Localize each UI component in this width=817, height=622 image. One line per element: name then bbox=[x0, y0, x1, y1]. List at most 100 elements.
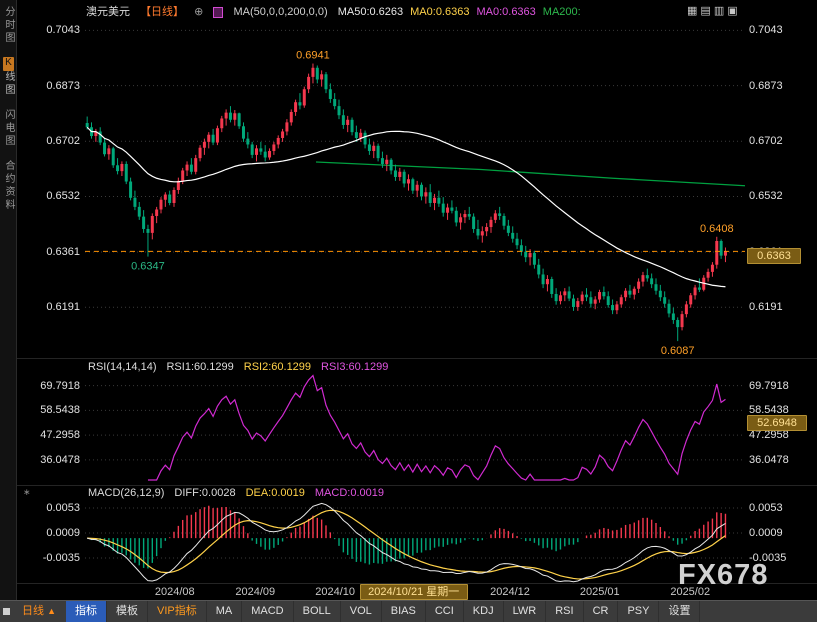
candle-body bbox=[650, 278, 653, 284]
candlestick-chart[interactable]: 0.69410.63470.64080.6087 bbox=[0, 0, 817, 621]
layout-grid-icon-2[interactable]: ▤ bbox=[700, 4, 710, 17]
ma-value-label-2: MA0:0.6363 bbox=[476, 6, 535, 18]
link-icon[interactable]: ⊕ bbox=[194, 6, 203, 18]
candle-body bbox=[489, 220, 492, 227]
candle-body bbox=[168, 195, 171, 203]
candle-body bbox=[429, 192, 432, 203]
ma200-line bbox=[316, 162, 745, 186]
toolbar-button-4[interactable]: MACD bbox=[242, 601, 293, 622]
toolbar-button-14[interactable]: 设置 bbox=[659, 601, 700, 622]
toolbar-button-5[interactable]: BOLL bbox=[294, 601, 341, 622]
toolbar-button-0[interactable]: 指标 bbox=[66, 601, 107, 622]
candle-body bbox=[537, 265, 540, 275]
ma50-line bbox=[87, 127, 725, 286]
toolbar-button-8[interactable]: CCI bbox=[426, 601, 464, 622]
candle-body bbox=[86, 123, 89, 127]
ma-value-label-1: MA0:0.6363 bbox=[410, 6, 469, 18]
toolbar-button-2[interactable]: VIP指标 bbox=[148, 601, 207, 622]
toolbar-button-11[interactable]: RSI bbox=[546, 601, 583, 622]
candle-body bbox=[520, 245, 523, 252]
candle-body bbox=[233, 113, 236, 120]
rsi-line bbox=[148, 376, 726, 480]
diff-line bbox=[87, 503, 725, 581]
toolbar-button-10[interactable]: LWR bbox=[504, 601, 547, 622]
candle-body bbox=[324, 74, 327, 89]
candle-body bbox=[142, 217, 145, 229]
toolbar-button-9[interactable]: KDJ bbox=[464, 601, 504, 622]
macd-indicator-header: MACD(26,12,9)DIFF:0.0028DEA:0.0019MACD:0… bbox=[88, 487, 394, 499]
candle-body bbox=[346, 120, 349, 125]
candle-body bbox=[311, 68, 314, 77]
candle-body bbox=[342, 115, 345, 125]
crosshair-date-readout: 2024/10/21 星期一 bbox=[360, 584, 468, 600]
candle-body bbox=[394, 170, 397, 177]
candle-body bbox=[225, 113, 228, 119]
toolbar-button-7[interactable]: BIAS bbox=[382, 601, 426, 622]
candle-body bbox=[511, 233, 514, 239]
candle-body bbox=[707, 272, 710, 278]
candle-body bbox=[207, 135, 210, 142]
candle-body bbox=[459, 217, 462, 222]
candle-body bbox=[164, 195, 167, 200]
candle-body bbox=[411, 179, 414, 190]
candle-body bbox=[359, 133, 362, 138]
candle-body bbox=[199, 148, 202, 158]
indicator-menu-icon[interactable]: ∗ bbox=[23, 487, 31, 498]
candle-body bbox=[585, 295, 588, 298]
candle-body bbox=[646, 275, 649, 278]
toolbar-button-1[interactable]: 模板 bbox=[107, 601, 148, 622]
candle-body bbox=[333, 99, 336, 106]
candle-body bbox=[524, 252, 527, 258]
price-annotation: 0.6347 bbox=[131, 261, 165, 273]
panel-separator bbox=[17, 485, 817, 486]
layout-grid-icon-1[interactable]: ▦ bbox=[687, 4, 697, 17]
candle-body bbox=[628, 291, 631, 295]
toolbar-button-6[interactable]: VOL bbox=[341, 601, 382, 622]
toolbar-button-3[interactable]: MA bbox=[207, 601, 243, 622]
toolbar-buttons: 指标模板VIP指标MAMACDBOLLVOLBIASCCIKDJLWRRSICR… bbox=[66, 601, 700, 622]
toolbar-button-12[interactable]: CR bbox=[584, 601, 619, 622]
fx678-watermark: FX678 bbox=[678, 559, 768, 592]
candle-body bbox=[442, 204, 445, 213]
candle-body bbox=[190, 165, 193, 172]
period-selector[interactable]: 日线 ▲ bbox=[22, 601, 56, 622]
sidebar-tab-0[interactable]: 分时图 bbox=[2, 6, 14, 45]
active-tab-badge: K bbox=[3, 57, 14, 71]
candle-body bbox=[724, 251, 727, 255]
sidebar-tab-3[interactable]: 合约资料 bbox=[2, 160, 14, 212]
ma-value-label-0: MA50:0.6263 bbox=[338, 6, 403, 18]
sidebar-tab-2[interactable]: 闪电图 bbox=[2, 109, 14, 148]
candle-body bbox=[663, 297, 666, 304]
candle-body bbox=[463, 214, 466, 217]
candle-body bbox=[568, 291, 571, 298]
layout-grid-icon-4[interactable]: ▣ bbox=[727, 4, 737, 17]
candle-body bbox=[550, 279, 553, 294]
candle-body bbox=[607, 296, 610, 305]
macd-header-value-0: MACD(26,12,9) bbox=[88, 487, 164, 499]
candle-body bbox=[659, 291, 662, 298]
candle-body bbox=[485, 227, 488, 231]
sidebar-tab-1[interactable]: K线图 bbox=[2, 57, 14, 97]
candle-body bbox=[546, 279, 549, 284]
candle-body bbox=[494, 213, 497, 220]
candle-body bbox=[424, 192, 427, 196]
toolbar-button-13[interactable]: PSY bbox=[618, 601, 659, 622]
candle-body bbox=[420, 185, 423, 197]
candle-body bbox=[433, 198, 436, 203]
candle-body bbox=[398, 172, 401, 177]
ma-values: MA50:0.6263MA0:0.6363MA0:0.6363MA200: bbox=[338, 6, 588, 18]
candle-body bbox=[498, 213, 501, 216]
layout-grid-icon-3[interactable]: ▥ bbox=[714, 4, 724, 17]
trading-terminal: 分时图K线图闪电图合约资料 ◎ 澳元美元 【日线】 ⊕ MA(50,0,0,20… bbox=[0, 0, 817, 621]
bottom-toolbar: 日线 ▲ 指标模板VIP指标MAMACDBOLLVOLBIASCCIKDJLWR… bbox=[0, 600, 817, 622]
candle-body bbox=[581, 295, 584, 302]
candle-body bbox=[711, 265, 714, 272]
candle-body bbox=[455, 211, 458, 223]
candle-body bbox=[602, 292, 605, 296]
price-annotation: 0.6087 bbox=[661, 345, 695, 357]
candle-body bbox=[298, 102, 301, 105]
candle-body bbox=[364, 133, 367, 145]
candle-body bbox=[472, 217, 475, 229]
candle-body bbox=[481, 231, 484, 235]
candle-body bbox=[216, 128, 219, 142]
